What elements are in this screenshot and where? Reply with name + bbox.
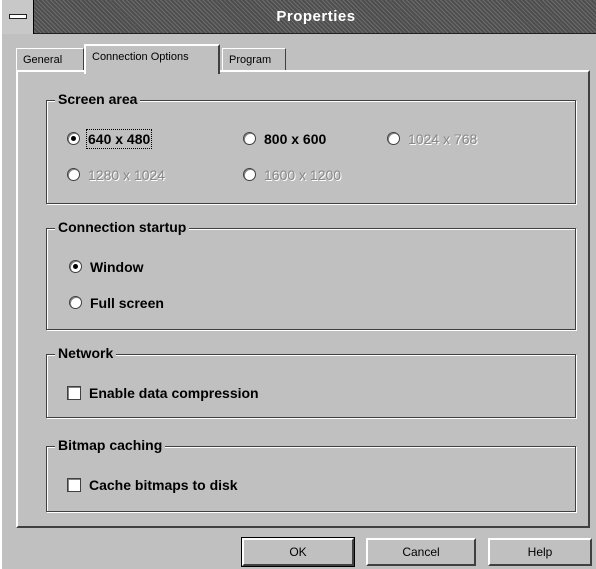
radio-icon (243, 168, 256, 182)
tab-general[interactable]: General (16, 48, 84, 72)
checkbox-label-compression: Enable data compression (89, 385, 259, 401)
checkbox-cache-bitmaps[interactable]: Cache bitmaps to disk (67, 475, 238, 495)
title-bar[interactable]: Properties (2, 0, 596, 34)
radio-label-800x600: 800 x 600 (264, 131, 327, 147)
radio-selected-icon (69, 260, 82, 274)
radio-label-640x480: 640 x 480 (85, 129, 153, 149)
cancel-button[interactable]: Cancel (366, 538, 476, 566)
network-group: Network Enable data compression (46, 345, 576, 418)
window-title: Properties (276, 8, 356, 25)
radio-full-screen[interactable]: Full screen (69, 293, 164, 313)
checkbox-label-cache: Cache bitmaps to disk (89, 477, 238, 493)
radio-label-1600x1200: 1600 x 1200 (264, 167, 342, 183)
radio-window[interactable]: Window (69, 257, 144, 277)
network-label: Network (55, 345, 117, 361)
radio-label-1024x768: 1024 x 768 (408, 131, 478, 147)
radio-1024x768: 1024 x 768 (387, 129, 477, 149)
tab-panel-connection-options: Screen area 640 x 480 800 x 600 1024 x 7… (16, 70, 590, 528)
radio-label-1280x1024: 1280 x 1024 (88, 167, 166, 183)
system-menu-icon (9, 14, 27, 19)
radio-icon (69, 296, 82, 310)
checkbox-enable-data-compression[interactable]: Enable data compression (67, 383, 259, 403)
properties-dialog: Properties General Connection Options Pr… (0, 0, 596, 569)
radio-selected-icon (67, 132, 80, 146)
radio-1600x1200: 1600 x 1200 (243, 165, 341, 185)
radio-640x480[interactable]: 640 x 480 (67, 129, 153, 149)
radio-label-window: Window (90, 259, 144, 275)
radio-1280x1024: 1280 x 1024 (67, 165, 165, 185)
ok-button[interactable]: OK (241, 537, 355, 567)
checkbox-icon (67, 477, 81, 492)
connection-startup-group: Connection startup Window Full screen (46, 219, 576, 330)
bitmap-caching-label: Bitmap caching (55, 437, 166, 453)
help-button[interactable]: Help (488, 538, 592, 566)
radio-800x600[interactable]: 800 x 600 (243, 129, 326, 149)
checkbox-icon (67, 385, 81, 400)
screen-area-label: Screen area (55, 91, 141, 107)
radio-icon (387, 132, 400, 146)
bitmap-caching-group: Bitmap caching Cache bitmaps to disk (46, 437, 576, 512)
connection-startup-label: Connection startup (55, 219, 190, 235)
screen-area-group: Screen area 640 x 480 800 x 600 1024 x 7… (46, 91, 576, 204)
tab-program[interactable]: Program (222, 48, 286, 72)
system-menu-button[interactable] (2, 0, 34, 34)
radio-icon (67, 168, 80, 182)
radio-label-full-screen: Full screen (90, 295, 164, 311)
radio-icon (243, 132, 256, 146)
tab-connection-options[interactable]: Connection Options (84, 44, 220, 74)
